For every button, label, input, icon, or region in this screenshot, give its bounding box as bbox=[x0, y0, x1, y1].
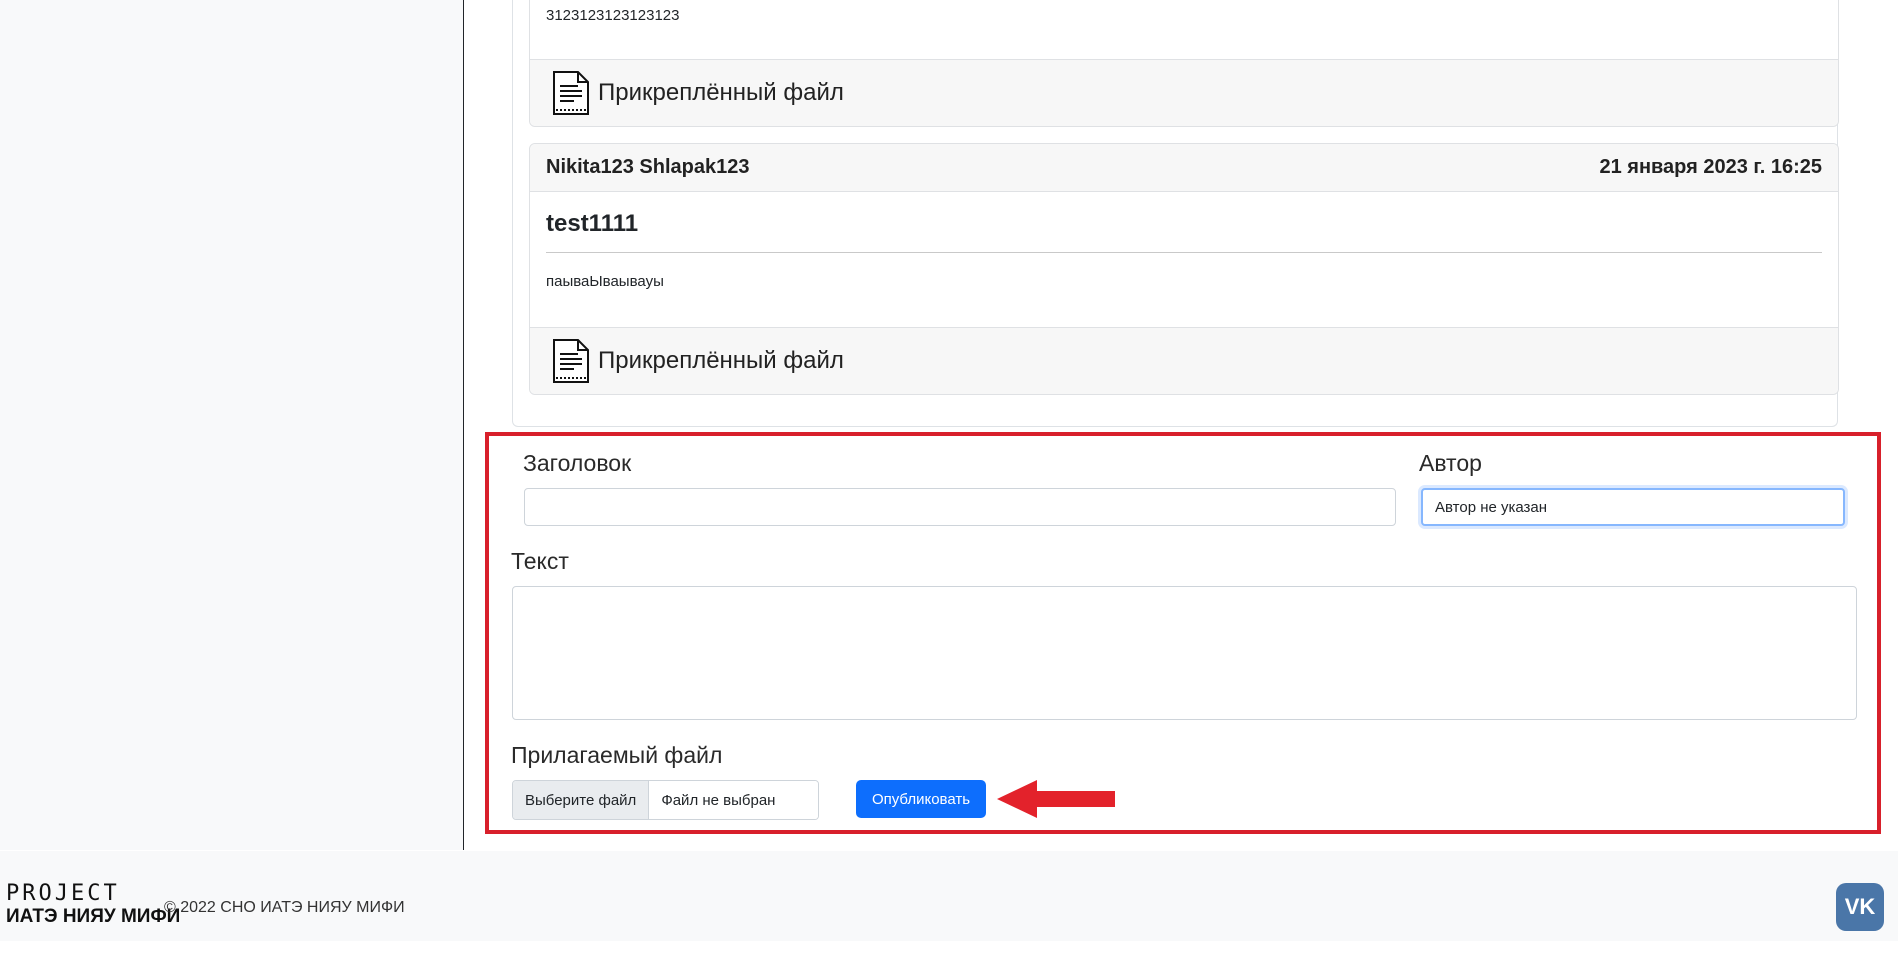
logo-org: ИАТЭ НИЯУ МИФИ bbox=[6, 906, 181, 927]
attachment-label[interactable]: Прикреплённый файл bbox=[598, 347, 844, 375]
post-title: test1111 bbox=[546, 192, 1822, 253]
page-footer: PROJECT ИАТЭ НИЯУ МИФИ © 2022 СНО ИАТЭ Н… bbox=[0, 851, 1898, 941]
file-status: Файл не выбран bbox=[649, 781, 819, 819]
title-label: Заголовок bbox=[523, 450, 632, 476]
author-input[interactable]: Автор не указан bbox=[1421, 488, 1845, 526]
post-card: 3123123123123123 Прикреплённый файл bbox=[529, 0, 1839, 127]
left-sidebar bbox=[0, 0, 464, 850]
post-attachment[interactable]: Прикреплённый файл bbox=[530, 59, 1838, 126]
file-label: Прилагаемый файл bbox=[511, 742, 723, 768]
copyright-text: © 2022 СНО ИАТЭ НИЯУ МИФИ bbox=[164, 899, 405, 916]
file-input[interactable]: Выберите файл Файл не выбран bbox=[512, 780, 820, 820]
annotation-arrow-icon bbox=[997, 780, 1115, 818]
post-header: Nikita123 Shlapak123 21 января 2023 г. 1… bbox=[530, 144, 1838, 192]
posts-container: 3123123123123123 Прикреплённый файл Niki… bbox=[512, 0, 1839, 427]
document-icon bbox=[553, 71, 589, 115]
post-text: 3123123123123123 bbox=[546, 7, 680, 24]
post-author: Nikita123 Shlapak123 bbox=[546, 156, 750, 178]
choose-file-button[interactable]: Выберите файл bbox=[513, 781, 650, 819]
post-attachment[interactable]: Прикреплённый файл bbox=[530, 327, 1838, 394]
post-card: Nikita123 Shlapak123 21 января 2023 г. 1… bbox=[529, 143, 1839, 395]
attachment-label[interactable]: Прикреплённый файл bbox=[598, 79, 844, 107]
document-icon bbox=[553, 339, 589, 383]
post-date: 21 января 2023 г. 16:25 bbox=[1599, 156, 1822, 178]
vk-icon[interactable]: VK bbox=[1836, 883, 1884, 931]
publish-button[interactable]: Опубликовать bbox=[856, 780, 986, 818]
new-post-form-highlight: Заголовок Автор Автор не указан Текст Пр… bbox=[485, 432, 1881, 834]
logo-project: PROJECT bbox=[6, 881, 120, 906]
text-textarea[interactable] bbox=[512, 586, 1857, 720]
author-label: Автор bbox=[1419, 450, 1482, 476]
text-label: Текст bbox=[511, 548, 569, 574]
title-input[interactable] bbox=[524, 488, 1396, 526]
post-text: паываЫваывауы bbox=[546, 273, 664, 290]
